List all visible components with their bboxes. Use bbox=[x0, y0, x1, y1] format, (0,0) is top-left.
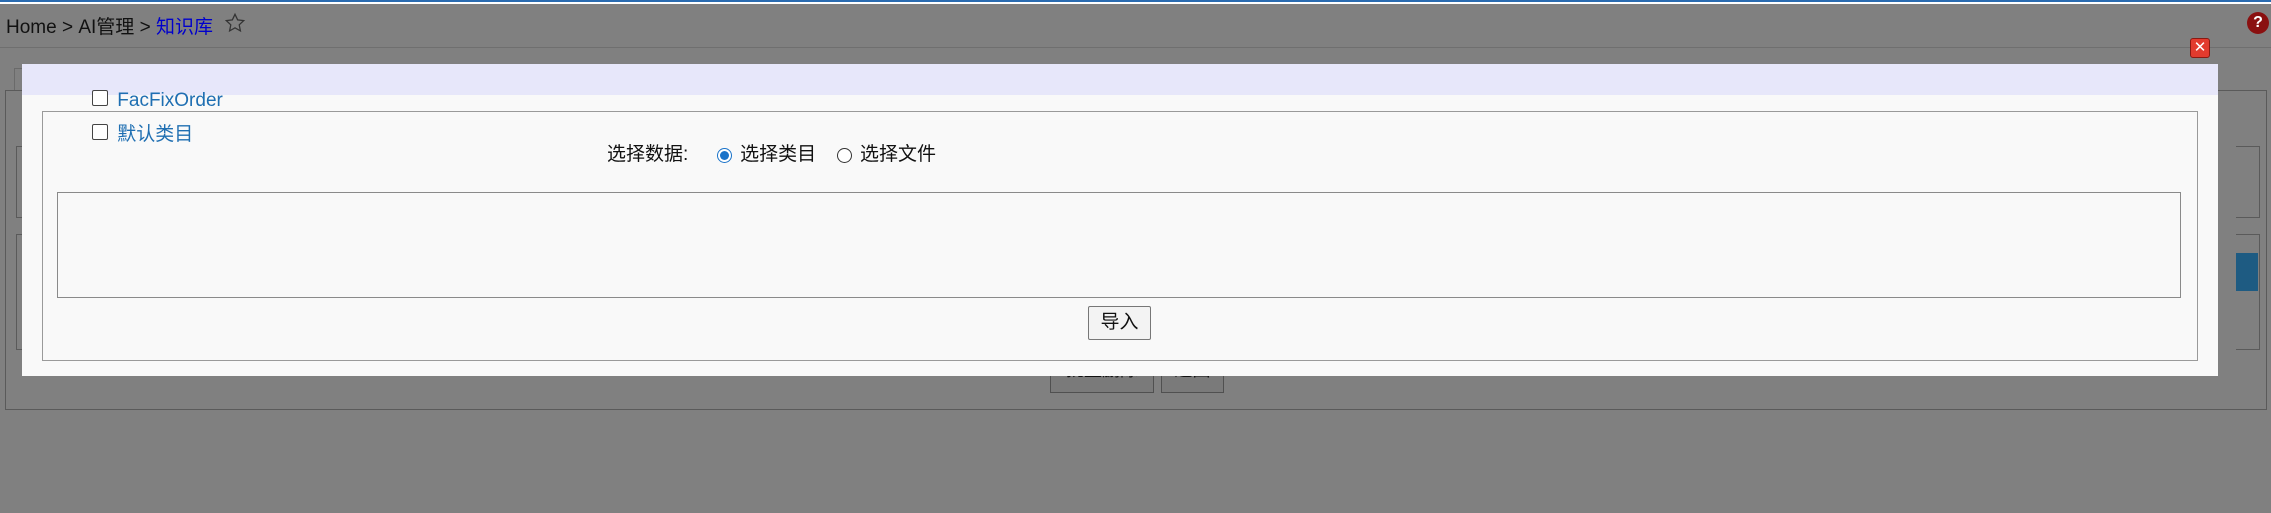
radio-select-category[interactable] bbox=[716, 147, 732, 163]
top-strip bbox=[0, 0, 2271, 4]
category-list bbox=[57, 192, 2181, 298]
select-data-label: 选择数据: bbox=[607, 144, 689, 165]
import-button[interactable]: 导入 bbox=[1088, 306, 1151, 340]
radio-select-category-label[interactable]: 选择类目 bbox=[740, 142, 816, 168]
background-table-box bbox=[2236, 234, 2260, 350]
background-divider bbox=[0, 47, 2271, 48]
breadcrumb-home[interactable]: Home bbox=[6, 14, 57, 42]
dialog-header bbox=[22, 64, 2218, 95]
top-accent-line bbox=[0, 0, 2271, 2]
background-table-header bbox=[2236, 253, 2258, 291]
breadcrumb-separator: > bbox=[139, 16, 151, 38]
close-icon[interactable]: ✕ bbox=[2190, 38, 2210, 58]
select-data-row: 选择数据: 选择类目 选择文件 bbox=[607, 142, 936, 168]
list-item: FacFixOrder bbox=[92, 88, 223, 114]
category-checkbox-default[interactable] bbox=[92, 124, 108, 140]
breadcrumb-ai-management[interactable]: AI管理 bbox=[78, 14, 134, 42]
import-dialog: 选择数据: 选择类目 选择文件 FacFixOrder 默认类目 导入 bbox=[22, 64, 2218, 376]
radio-select-file-label[interactable]: 选择文件 bbox=[860, 142, 936, 168]
help-icon[interactable]: ? bbox=[2247, 12, 2269, 34]
category-checkbox-facfixorder[interactable] bbox=[92, 90, 108, 106]
background-search-box bbox=[2236, 146, 2260, 218]
category-link-default[interactable]: 默认类目 bbox=[117, 122, 193, 148]
star-icon[interactable] bbox=[224, 12, 246, 43]
list-item: 默认类目 bbox=[92, 122, 193, 148]
category-link-facfixorder[interactable]: FacFixOrder bbox=[117, 88, 223, 114]
radio-select-file[interactable] bbox=[836, 147, 852, 163]
breadcrumb-separator: > bbox=[61, 16, 74, 38]
breadcrumb-knowledge-base[interactable]: 知识库 bbox=[156, 14, 213, 42]
breadcrumb: Home > AI管理 > 知识库 bbox=[6, 12, 246, 40]
